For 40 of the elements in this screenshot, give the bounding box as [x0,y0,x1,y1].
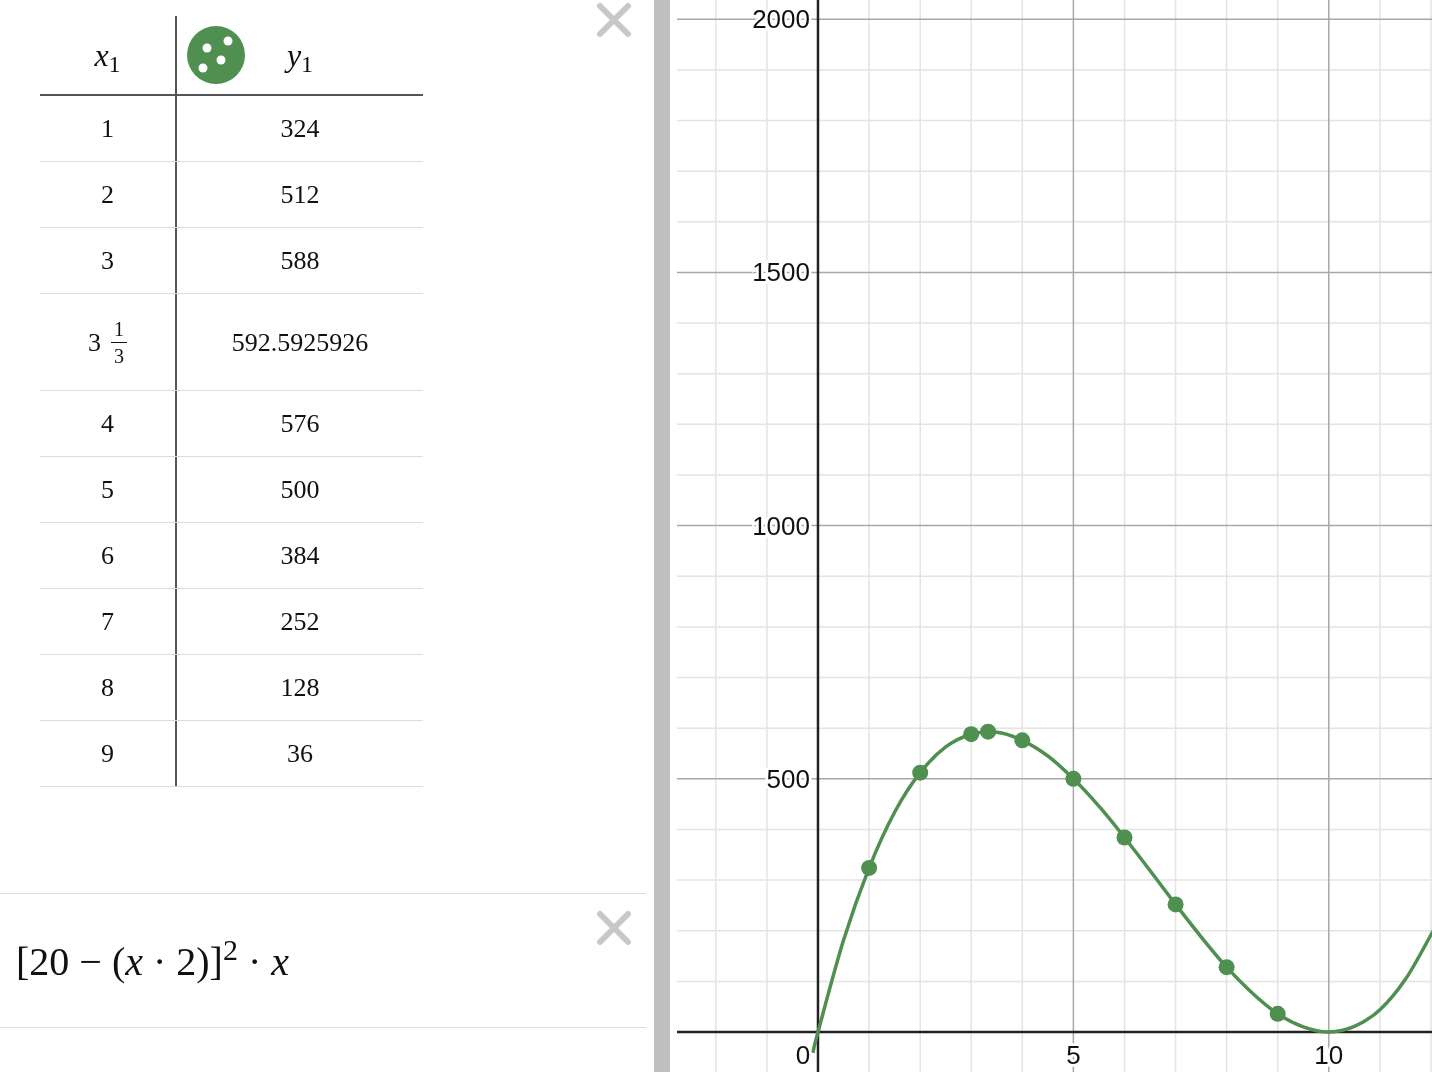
column-header: y$_{1}$ [286,36,314,79]
data-point[interactable] [912,764,929,781]
data-point[interactable] [1116,829,1133,846]
table-cell-text: 5 [101,474,114,506]
y-tick-label: 2000 [752,4,810,35]
table-cell-text: 324 [280,113,320,145]
table-cell-text: 1 [101,113,114,145]
x-tick-label: 0 [795,1040,811,1070]
table-cell-text: 512 [280,179,320,211]
data-point[interactable] [861,859,878,876]
data-point[interactable] [963,726,980,743]
data-point[interactable] [1269,1005,1286,1022]
table-cell-text: 7 [101,606,114,638]
table-cell-text: 8 [101,672,114,704]
data-point[interactable] [1014,732,1031,749]
y-tick-label: 1000 [752,510,810,541]
x-tick-label: 5 [1066,1040,1081,1070]
y-tick-label: 500 [766,763,810,794]
table-cell-text: 588 [280,245,320,277]
data-point[interactable] [1167,896,1184,913]
table-cell-text: 3 [101,245,114,277]
table-cell-text: 500 [280,474,320,506]
data-point[interactable] [1218,959,1235,976]
data-point[interactable] [1065,770,1082,787]
table-cell-text: 592.5925926 [231,326,369,359]
table-cell-text: 576 [280,408,320,440]
table-cell-text: 36 [287,738,313,770]
column-header: x$_{1}$ [94,36,121,79]
table-cell-text: 128 [280,672,320,704]
table-cell-text: 4 [101,408,114,440]
data-point[interactable] [980,723,997,740]
table-cell-text: 252 [280,606,320,638]
table-cell-text: 6 [101,540,114,572]
x-tick-label: 10 [1314,1040,1344,1070]
table-cell-text: 2 [101,179,114,211]
table-cell-text: 384 [280,540,320,572]
y-tick-label: 1500 [752,257,810,288]
expression-text[interactable]: [20 − (x · 2)]$^{2}$ · x [16,932,290,992]
table-cell-text: 9 [101,738,114,770]
point-style-icon[interactable] [187,26,245,84]
